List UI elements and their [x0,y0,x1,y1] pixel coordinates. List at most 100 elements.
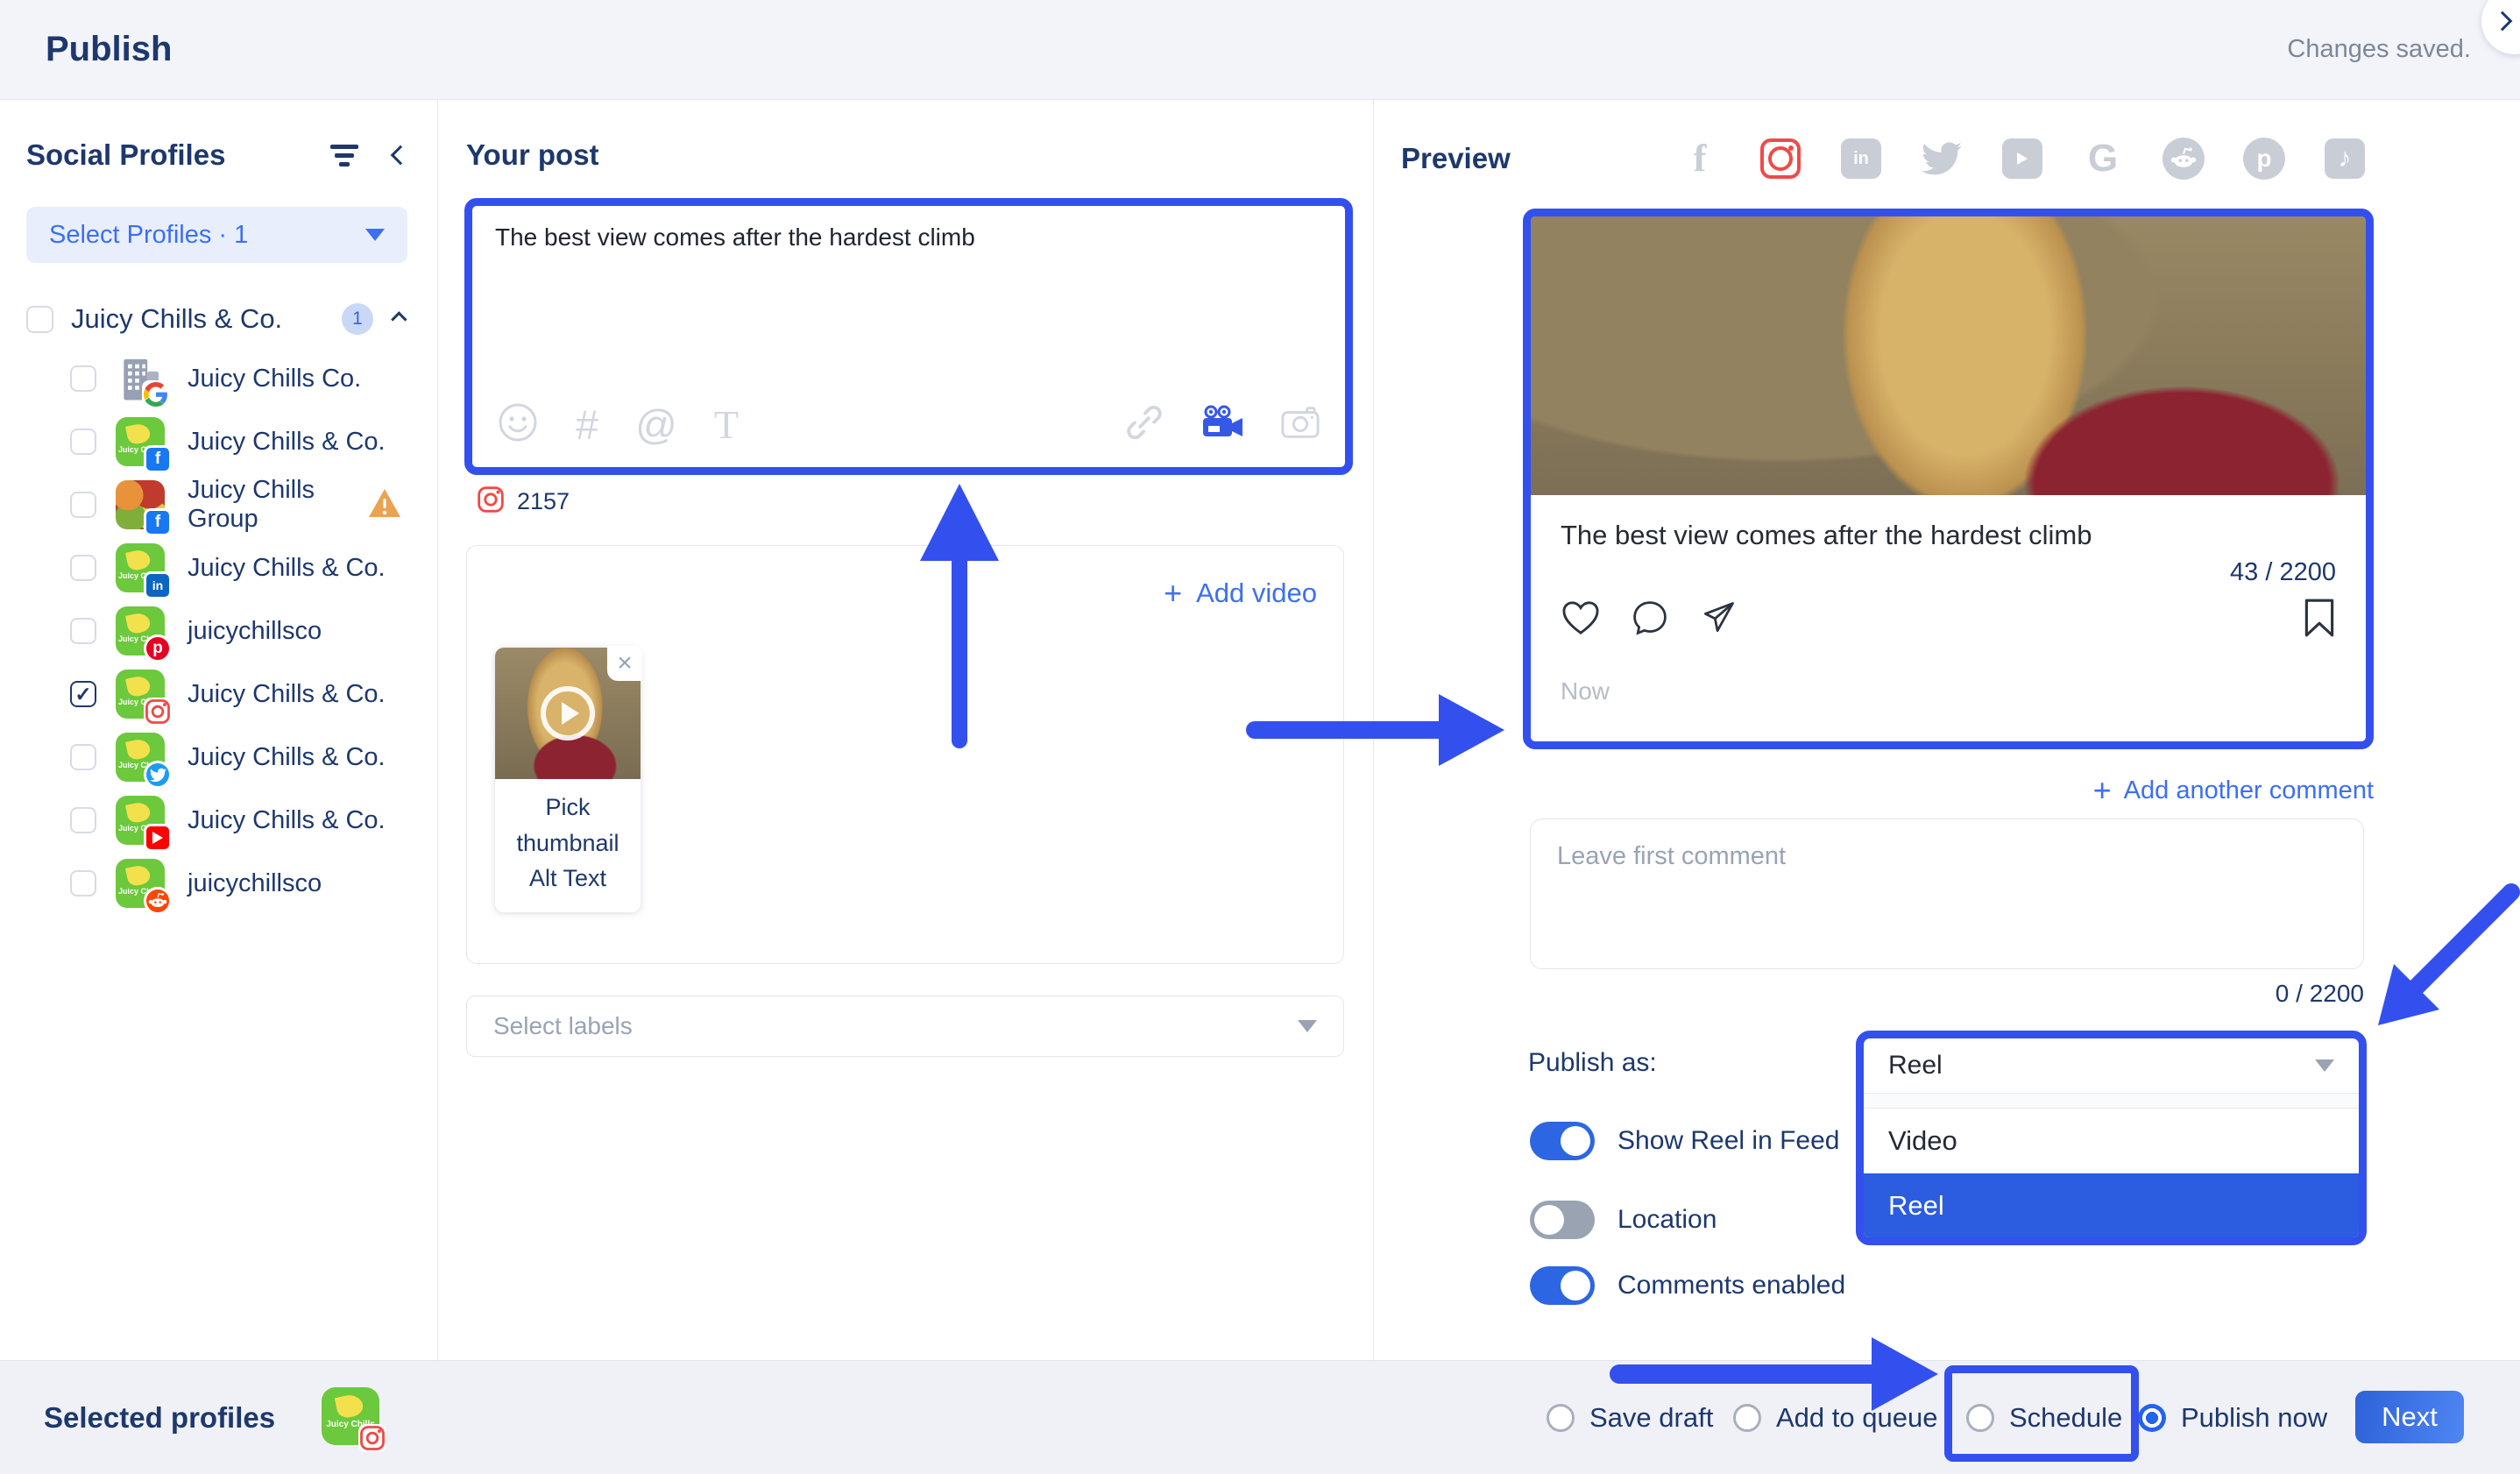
camera-icon[interactable] [1280,405,1320,444]
page-title: Publish [46,30,172,69]
profile-row-instagram[interactable]: ✓ Juicy Chills Juicy Chills & Co. [26,663,407,726]
toggle-row-location: Location [1530,1201,1717,1239]
tab-instagram-active[interactable] [1757,135,1804,182]
profile-checkbox[interactable] [70,365,96,392]
dropdown-option-reel-selected[interactable]: Reel [1864,1173,2359,1237]
profile-checkbox[interactable] [70,492,96,518]
avatar: f [116,480,165,529]
emoji-icon[interactable] [497,401,539,448]
profile-row-facebook[interactable]: Juicy Chills f Juicy Chills & Co. [26,410,407,473]
add-video-button[interactable]: + Add video [1164,578,1317,609]
video-thumbnail-card[interactable]: × Pick thumbnail Alt Text [495,648,641,912]
add-to-queue-label: Add to queue [1776,1402,1937,1434]
preview-title: Preview [1401,142,1511,175]
char-count-value: 2157 [517,488,570,515]
media-card: + Add video × Pick thumbnail Alt Text [466,545,1344,964]
pick-thumbnail-link[interactable]: Pick thumbnail [500,790,635,861]
profile-name: Juicy Chills & Co. [188,554,386,583]
schedule-radio[interactable] [1966,1404,1994,1432]
profile-checkbox[interactable] [70,429,96,455]
avatar: Juicy Chills p [116,606,165,656]
profile-checkbox-checked[interactable]: ✓ [70,681,96,707]
save-draft-label: Save draft [1589,1402,1713,1434]
tab-facebook[interactable]: f [1676,135,1724,182]
profile-row-pinterest[interactable]: Juicy Chills p juicychillsco [26,599,407,663]
tab-twitter[interactable] [1918,135,1965,182]
select-labels-dropdown[interactable]: Select labels [466,996,1344,1057]
profile-group-header[interactable]: Juicy Chills & Co. 1 [26,303,407,335]
profile-row-twitter[interactable]: Juicy Chills Juicy Chills & Co. [26,726,407,789]
next-button[interactable]: Next [2355,1391,2464,1443]
link-icon[interactable] [1124,402,1164,447]
text-format-icon[interactable]: T [714,405,739,445]
post-textarea-highlighted[interactable]: The best view comes after the hardest cl… [464,198,1353,475]
publish-now-radio-checked[interactable] [2138,1404,2166,1432]
hashtag-icon[interactable]: # [576,404,598,445]
tab-tiktok[interactable]: ♪ [2321,135,2368,182]
collapse-sidebar-icon[interactable] [391,145,411,166]
preview-caption: The best view comes after the hardest cl… [1561,520,2336,551]
mention-icon[interactable]: @ [635,404,677,445]
select-profiles-dropdown[interactable]: Select Profiles · 1 [26,207,407,263]
publish-as-value: Reel [1888,1051,1943,1081]
tab-youtube[interactable] [1999,135,2046,182]
add-comment-label: Add another comment [2124,776,2374,805]
comment-icon [1631,599,1669,641]
remove-video-button[interactable]: × [607,646,642,681]
comment-char-counter: 0 / 2200 [1530,980,2364,1008]
show-reel-in-feed-toggle[interactable] [1530,1122,1595,1160]
video-icon[interactable] [1200,405,1245,444]
first-comment-input[interactable]: Leave first comment [1530,818,2364,969]
comments-enabled-toggle[interactable] [1530,1266,1595,1305]
profile-row-reddit[interactable]: Juicy Chills juicychillsco [26,852,407,915]
publish-now-option[interactable]: Publish now [2138,1402,2327,1434]
schedule-option[interactable]: Schedule [1966,1402,2122,1434]
like-icon [1561,599,1601,641]
tab-reddit[interactable] [2160,135,2207,182]
location-toggle[interactable] [1530,1201,1595,1239]
group-name: Juicy Chills & Co. [71,303,282,335]
chevron-up-icon[interactable] [391,311,407,327]
avatar: Juicy Chills [116,796,165,845]
alt-text-link[interactable]: Alt Text [500,861,635,896]
profile-row-linkedin[interactable]: Juicy Chills in Juicy Chills & Co. [26,536,407,599]
social-profiles-sidebar: Social Profiles Select Profiles · 1 Juic… [0,100,438,1360]
save-draft-option[interactable]: Save draft [1547,1402,1713,1434]
tab-google[interactable]: G [2079,135,2127,182]
select-labels-placeholder: Select labels [493,1012,633,1040]
play-icon [541,686,595,741]
publish-as-select[interactable]: Reel [1864,1038,2359,1093]
avatar: Juicy Chills in [116,543,165,592]
save-status: Changes saved. [2287,35,2471,64]
avatar: Juicy Chills [116,670,165,719]
profile-row-youtube[interactable]: Juicy Chills Juicy Chills & Co. [26,789,407,852]
profile-row-google[interactable]: Juicy Chills Co. [26,347,407,410]
add-to-queue-radio[interactable] [1733,1404,1761,1432]
profile-checkbox[interactable] [70,618,96,644]
add-another-comment-button[interactable]: + Add another comment [1523,775,2374,806]
selected-profile-avatar[interactable]: Juicy Chills [322,1387,379,1445]
profile-row-facebook-group[interactable]: f Juicy Chills Group [26,473,407,536]
sidebar-title: Social Profiles [26,138,225,172]
profile-checkbox[interactable] [70,807,96,833]
dropdown-option-video[interactable]: Video [1864,1109,2359,1173]
profile-checkbox[interactable] [70,555,96,581]
post-text[interactable]: The best view comes after the hardest cl… [495,223,1322,252]
profile-name: Juicy Chills Co. [188,365,361,393]
tab-pinterest[interactable]: p [2240,135,2288,182]
chevron-right-icon [2493,11,2513,32]
add-to-queue-option[interactable]: Add to queue [1733,1402,1937,1434]
filter-icon[interactable] [330,145,358,167]
profile-checkbox[interactable] [70,870,96,896]
avatar: Juicy Chills f [116,417,165,466]
profile-checkbox[interactable] [70,744,96,770]
save-draft-radio[interactable] [1547,1404,1575,1432]
chevron-down-icon [1298,1020,1317,1032]
group-checkbox[interactable] [26,306,53,333]
warning-icon [367,487,402,523]
toggle-row-reel-feed: Show Reel in Feed [1530,1122,1839,1160]
publish-page: Publish Changes saved. Social Profiles S… [0,0,2520,1474]
instagram-icon [144,698,172,726]
tab-linkedin[interactable]: in [1837,135,1885,182]
profile-name: Juicy Chills & Co. [188,428,386,457]
